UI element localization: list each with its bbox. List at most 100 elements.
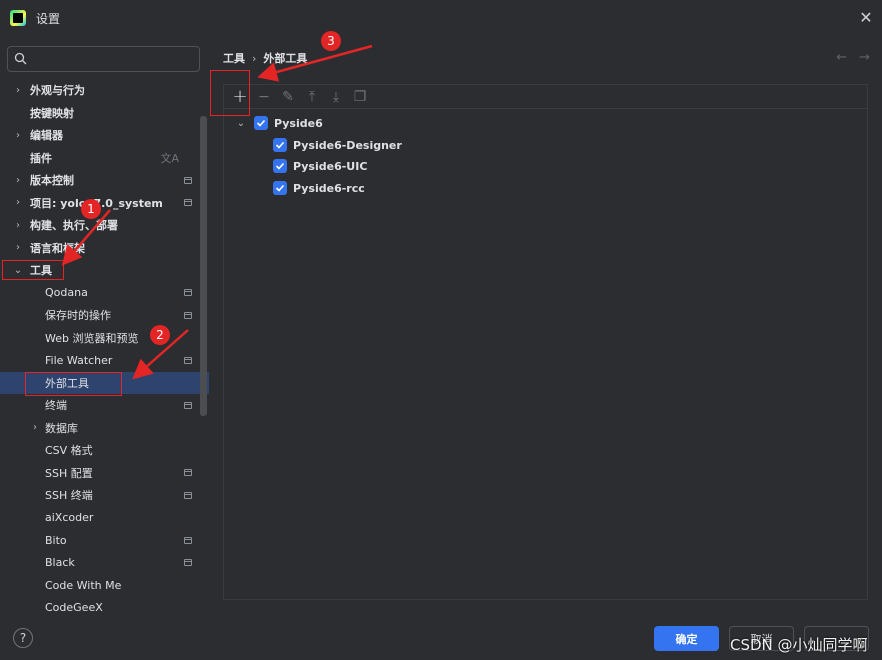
sidebar-item-label: 保存时的操作 (45, 309, 111, 323)
help-button[interactable]: ? (13, 628, 33, 648)
check-icon (275, 162, 285, 170)
sidebar-item[interactable]: Qodana (0, 282, 209, 305)
sidebar-item[interactable]: 插件 文A (0, 147, 209, 170)
sidebar-item-label: aiXcoder (45, 511, 94, 525)
sidebar-item[interactable]: 保存时的操作 (0, 304, 209, 327)
project-scope-icon (184, 536, 192, 544)
tool-checkbox[interactable] (273, 138, 287, 152)
tool-checkbox[interactable] (273, 159, 287, 173)
settings-tree: › 外观与行为按键映射 › 编辑器插件 文A › 版本控制 › 项目: yolov7.0_sys… (0, 79, 209, 619)
window-title: 设置 (36, 11, 61, 26)
sidebar-item[interactable]: › 外观与行为 (0, 79, 209, 102)
sidebar-item[interactable]: › 语言和框架 (0, 237, 209, 260)
check-icon (275, 141, 285, 149)
sidebar-item[interactable]: SSH 配置 (0, 462, 209, 485)
chevron-right-icon[interactable]: › (13, 220, 23, 231)
sidebar-item[interactable]: › 项目: yolov7.0_system (0, 192, 209, 215)
tool-group-checkbox[interactable] (254, 116, 268, 130)
tool-label: Pyside6-Designer (293, 138, 402, 152)
annotation-box-add (210, 70, 250, 116)
breadcrumb-parent[interactable]: 工具 (223, 50, 245, 66)
sidebar-scrollbar[interactable] (200, 116, 207, 416)
sidebar-item-label: 语言和框架 (30, 241, 85, 255)
breadcrumb: 工具 › 外部工具 (223, 50, 307, 66)
annotation-box-tools (2, 260, 64, 280)
sidebar-item-label: 构建、执行、部署 (30, 219, 118, 233)
move-down-button[interactable]: ⤓ (324, 86, 348, 108)
tool-label: Pyside6-rcc (293, 181, 365, 195)
pycharm-app-icon (10, 10, 26, 26)
sidebar-item-label: 数据库 (45, 421, 78, 435)
ok-button[interactable]: 确定 (654, 626, 719, 651)
sidebar-item-label: Code With Me (45, 578, 122, 592)
sidebar-item[interactable]: Black (0, 552, 209, 575)
chevron-right-icon[interactable]: › (13, 175, 23, 186)
sidebar-item-label: 插件 (30, 151, 52, 165)
project-scope-icon (184, 311, 192, 319)
sidebar-item[interactable]: SSH 终端 (0, 484, 209, 507)
project-scope-icon (184, 356, 192, 364)
forward-arrow-icon[interactable]: → (859, 50, 870, 65)
sidebar-item[interactable]: Bito (0, 529, 209, 552)
move-up-button[interactable]: ⤒ (300, 86, 324, 108)
sidebar-item[interactable]: Code With Me (0, 574, 209, 597)
sidebar-item[interactable]: › 构建、执行、部署 (0, 214, 209, 237)
chevron-right-icon[interactable]: › (13, 197, 23, 208)
project-scope-icon (184, 491, 192, 499)
remove-tool-button[interactable]: − (252, 86, 276, 108)
sidebar-item-label: 版本控制 (30, 174, 74, 188)
annotation-box-external-tools (25, 372, 122, 396)
sidebar-item[interactable]: CSV 格式 (0, 439, 209, 462)
sidebar-item-label: 外观与行为 (30, 84, 85, 98)
tool-item-row[interactable]: Pyside6-Designer (273, 134, 402, 156)
sidebar-item[interactable]: File Watcher (0, 349, 209, 372)
tools-toolbar: + − ✎ ⤒ ⤓ ❐ (224, 85, 867, 109)
search-icon (14, 52, 27, 65)
annotation-number-1: 1 (81, 199, 101, 219)
annotation-number-3: 3 (321, 31, 341, 51)
sidebar-item[interactable]: › 版本控制 (0, 169, 209, 192)
annotation-number-2: 2 (150, 325, 170, 345)
sidebar-item-label: Qodana (45, 286, 88, 300)
project-scope-icon (184, 176, 192, 184)
sidebar-item[interactable]: › 编辑器 (0, 124, 209, 147)
chevron-down-icon[interactable]: ⌄ (234, 118, 248, 129)
sidebar-item-label: CodeGeeX (45, 601, 103, 615)
sidebar-item[interactable]: 终端 (0, 394, 209, 417)
sidebar-item[interactable]: CodeGeeX (0, 597, 209, 620)
sidebar-item-label: 按键映射 (30, 106, 74, 120)
sidebar-item-label: CSV 格式 (45, 444, 93, 458)
translate-icon: 文A (160, 151, 179, 165)
search-input[interactable] (32, 52, 192, 66)
chevron-right-icon[interactable]: › (13, 242, 23, 253)
tool-item-row[interactable]: Pyside6-rcc (273, 177, 365, 199)
close-icon[interactable]: ✕ (858, 10, 874, 26)
check-icon (275, 184, 285, 192)
back-arrow-icon[interactable]: ← (836, 50, 847, 65)
sidebar-item-label: SSH 配置 (45, 466, 93, 480)
chevron-right-icon[interactable]: › (30, 422, 40, 433)
project-scope-icon (184, 469, 192, 477)
sidebar-item-label: 编辑器 (30, 129, 63, 143)
tool-label: Pyside6-UIC (293, 159, 368, 173)
sidebar-item-label: Bito (45, 533, 67, 547)
breadcrumb-separator: › (252, 51, 257, 65)
csdn-watermark: CSDN @小灿同学啊 (730, 636, 868, 654)
chevron-right-icon[interactable]: › (13, 85, 23, 96)
copy-tool-button[interactable]: ❐ (348, 86, 372, 108)
sidebar-item[interactable]: Web 浏览器和预览 (0, 327, 209, 350)
external-tools-panel: + − ✎ ⤒ ⤓ ❐ ⌄ Pyside6 Pyside6-Designer P… (223, 84, 868, 600)
tool-checkbox[interactable] (273, 181, 287, 195)
chevron-right-icon[interactable]: › (13, 130, 23, 141)
sidebar-item-label: 终端 (45, 399, 67, 413)
check-icon (256, 119, 266, 127)
search-box[interactable] (7, 46, 200, 72)
title-bar: 设置 ✕ (0, 0, 882, 36)
sidebar-item[interactable]: › 数据库 (0, 417, 209, 440)
tool-item-row[interactable]: Pyside6-UIC (273, 155, 367, 177)
sidebar-item[interactable]: aiXcoder (0, 507, 209, 530)
edit-tool-button[interactable]: ✎ (276, 86, 300, 108)
sidebar-item[interactable]: 按键映射 (0, 102, 209, 125)
sidebar-item-label: SSH 终端 (45, 489, 93, 503)
breadcrumb-current: 外部工具 (263, 52, 308, 65)
